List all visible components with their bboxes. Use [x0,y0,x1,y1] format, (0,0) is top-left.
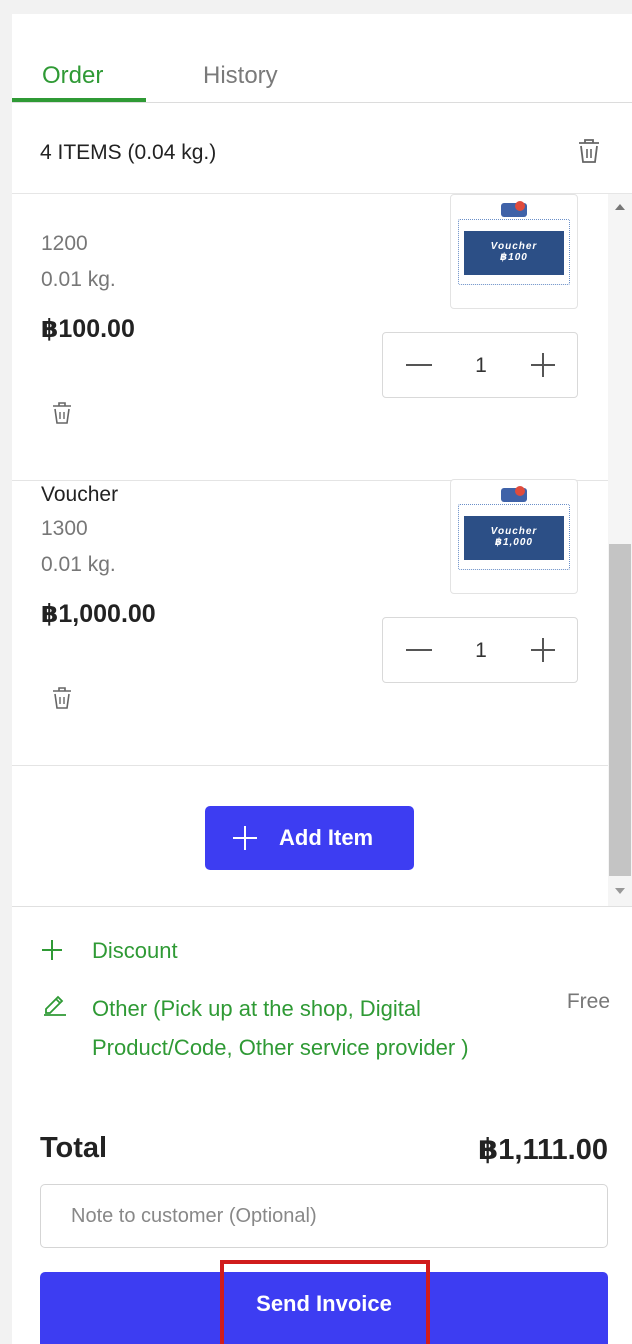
voucher-card-amount: ฿1,000 [495,537,533,548]
item-sku: 1300 [41,517,88,540]
add-item-label: Add Item [279,825,374,850]
plus-icon [233,826,257,850]
tab-history[interactable]: History [203,62,278,90]
item-sku: 1200 [41,232,88,255]
cart-item: 1200 0.01 kg. ฿100.00 Voucher ฿100 [12,194,608,481]
item-price: ฿100.00 [41,315,135,343]
quantity-input[interactable] [455,333,507,399]
decrease-quantity-button[interactable] [401,632,437,668]
quantity-stepper [382,617,578,684]
item-list-scrollbar[interactable] [608,194,632,906]
voucher-card: Voucher ฿100 [464,231,564,275]
remove-item-trash-icon[interactable] [51,401,73,425]
voucher-card: Voucher ฿1,000 [464,516,564,560]
shipping-method-label: Other (Pick up at the shop, Digital Prod… [92,996,469,1060]
cart-item: Voucher 1300 0.01 kg. ฿1,000.00 Voucher … [12,453,608,766]
voucher-thumbnail: Voucher ฿1,000 [450,479,578,594]
cart-summary: 4 ITEMS (0.04 kg.) [40,141,217,164]
scroll-up-arrow-icon[interactable] [615,204,625,210]
item-weight: 0.01 kg. [41,553,116,576]
add-item-button[interactable]: Add Item [205,806,414,870]
total-value: ฿1,111.00 [478,1134,608,1166]
note-to-customer-input[interactable] [40,1184,608,1248]
voucher-logo-accent [515,201,525,211]
voucher-thumbnail: Voucher ฿100 [450,194,578,309]
add-item-area: Add Item [12,766,608,906]
total-label: Total [40,1132,108,1164]
shipping-price: Free [566,990,610,1013]
active-tab-indicator [12,98,146,102]
item-price: ฿1,000.00 [41,600,156,628]
cart-summary-header: 4 ITEMS (0.04 kg.) [12,103,632,194]
remove-item-trash-icon[interactable] [51,686,73,710]
item-name: Voucher [41,483,119,506]
increase-quantity-button[interactable] [525,347,561,383]
discount-label: Discount [92,938,178,963]
quantity-input[interactable] [455,618,507,684]
quantity-stepper [382,332,578,399]
plus-icon [42,940,62,960]
order-tabs: Order History [12,14,632,103]
scrollbar-thumb[interactable] [609,544,631,876]
pencil-icon [44,995,66,1016]
decrease-quantity-button[interactable] [401,347,437,383]
section-divider [12,906,632,907]
top-strip [0,0,632,14]
voucher-card-title: Voucher [490,241,538,252]
cart-item-list[interactable]: 1200 0.01 kg. ฿100.00 Voucher ฿100 Vouch… [12,194,608,906]
voucher-card-amount: ฿100 [500,252,528,263]
voucher-card-title: Voucher [490,526,538,537]
tab-order[interactable]: Order [42,62,103,90]
item-weight: 0.01 kg. [41,268,116,291]
scroll-down-arrow-icon[interactable] [615,888,625,894]
send-invoice-button[interactable]: Send Invoice [40,1272,608,1344]
increase-quantity-button[interactable] [525,632,561,668]
clear-cart-trash-icon[interactable] [576,137,602,165]
voucher-logo-accent [515,486,525,496]
left-strip [0,14,12,1344]
